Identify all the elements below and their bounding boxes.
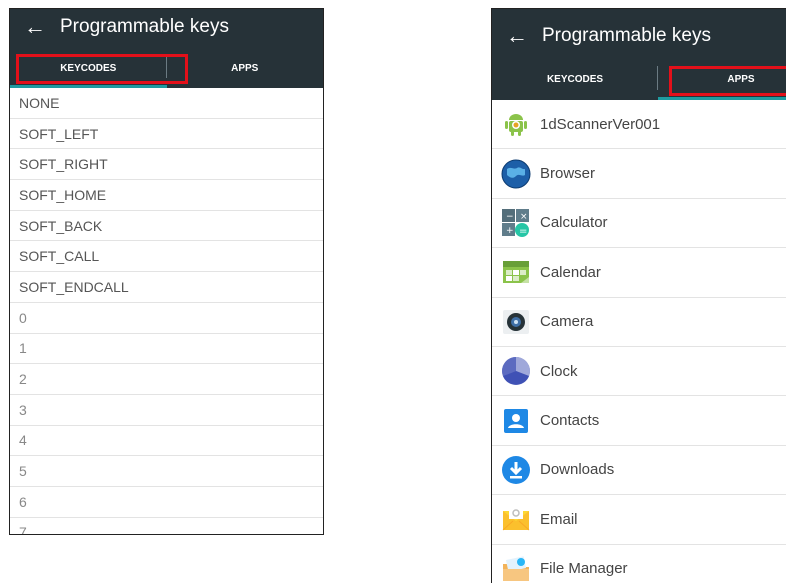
keycode-item[interactable]: SOFT_LEFT <box>10 119 323 150</box>
tab-label: KEYCODES <box>546 73 604 85</box>
app-label: 1dScannerVer001 <box>540 115 661 133</box>
app-label: File Manager <box>540 560 628 578</box>
email-icon <box>500 503 532 535</box>
keycode-item[interactable]: SOFT_RIGHT <box>10 149 323 181</box>
page-title: Programmable keys <box>60 16 229 37</box>
android-icon <box>500 108 532 140</box>
keycode-item[interactable]: SOFT_BACK <box>10 211 323 242</box>
keycode-item[interactable]: 5 <box>10 456 323 487</box>
calculator-icon: − × + = <box>500 207 532 239</box>
app-list: 1dScannerVer001 Browser − × + = Calculator Cale… <box>492 100 786 583</box>
svg-text:−: − <box>506 212 514 222</box>
keycode-item[interactable]: 6 <box>10 487 323 518</box>
clock-icon <box>500 355 532 387</box>
app-label: Browser <box>540 165 596 183</box>
app-list-item[interactable]: 1dScannerVer001 <box>492 100 786 150</box>
app-bar: ← Programmable keys KEYCODES APPS <box>10 9 323 88</box>
app-list-item[interactable]: Downloads <box>492 446 786 496</box>
app-list-item[interactable]: − × + = Calculator <box>492 199 786 249</box>
app-list-item[interactable]: Email <box>492 495 786 545</box>
tab-apps[interactable]: APPS <box>167 48 324 88</box>
keycode-list: NONE SOFT_LEFT SOFT_RIGHT SOFT_HOME SOFT_BAC… <box>10 88 323 534</box>
keycodes-screen: ← Programmable keys KEYCODES APPS NONE SO… <box>9 8 324 535</box>
camera-icon <box>500 306 532 338</box>
svg-text:×: × <box>520 212 528 222</box>
page-title: Programmable keys <box>542 25 711 46</box>
download-icon <box>500 454 532 486</box>
tab-label: APPS <box>231 62 259 74</box>
keycode-item[interactable]: NONE <box>10 88 323 119</box>
tab-keycodes[interactable]: KEYCODES <box>492 58 658 100</box>
svg-text:+: + <box>506 226 514 236</box>
app-label: Camera <box>540 313 594 331</box>
keycode-item[interactable]: 1 <box>10 334 323 365</box>
globe-icon <box>500 158 532 190</box>
app-label: Downloads <box>540 461 615 479</box>
keycode-item[interactable]: 0 <box>10 303 323 334</box>
contacts-icon <box>500 405 532 437</box>
keycode-item[interactable]: 2 <box>10 364 323 395</box>
keycode-item[interactable]: SOFT_CALL <box>10 241 323 273</box>
file-manager-icon <box>500 553 532 583</box>
app-list-item[interactable]: Camera <box>492 298 786 347</box>
app-label: Contacts <box>540 412 600 430</box>
app-label: Email <box>540 510 578 528</box>
keycode-item[interactable]: SOFT_HOME <box>10 180 323 211</box>
highlight-box <box>669 66 786 96</box>
app-bar: ← Programmable keys KEYCODES APPS <box>492 9 786 100</box>
back-arrow-icon[interactable]: ← <box>24 14 54 40</box>
keycode-item[interactable]: 4 <box>10 426 323 457</box>
app-list-item[interactable]: File Manager <box>492 545 786 583</box>
svg-text:=: = <box>519 226 527 237</box>
keycode-item[interactable]: 7 <box>10 518 323 534</box>
app-label: Calendar <box>540 263 601 281</box>
app-label: Calculator <box>540 214 608 232</box>
app-list-item[interactable]: Calendar <box>492 248 786 298</box>
apps-screen: ← Programmable keys KEYCODES APPS 1dScan… <box>491 8 786 583</box>
keycode-item[interactable]: 3 <box>10 395 323 426</box>
app-list-item[interactable]: Contacts <box>492 396 786 446</box>
back-arrow-icon[interactable]: ← <box>506 23 536 49</box>
keycode-item[interactable]: SOFT_ENDCALL <box>10 272 323 303</box>
calendar-icon <box>500 256 532 288</box>
app-label: Clock <box>540 362 578 380</box>
highlight-box <box>16 54 188 84</box>
app-list-item[interactable]: Clock <box>492 347 786 397</box>
app-list-item[interactable]: Browser <box>492 149 786 199</box>
